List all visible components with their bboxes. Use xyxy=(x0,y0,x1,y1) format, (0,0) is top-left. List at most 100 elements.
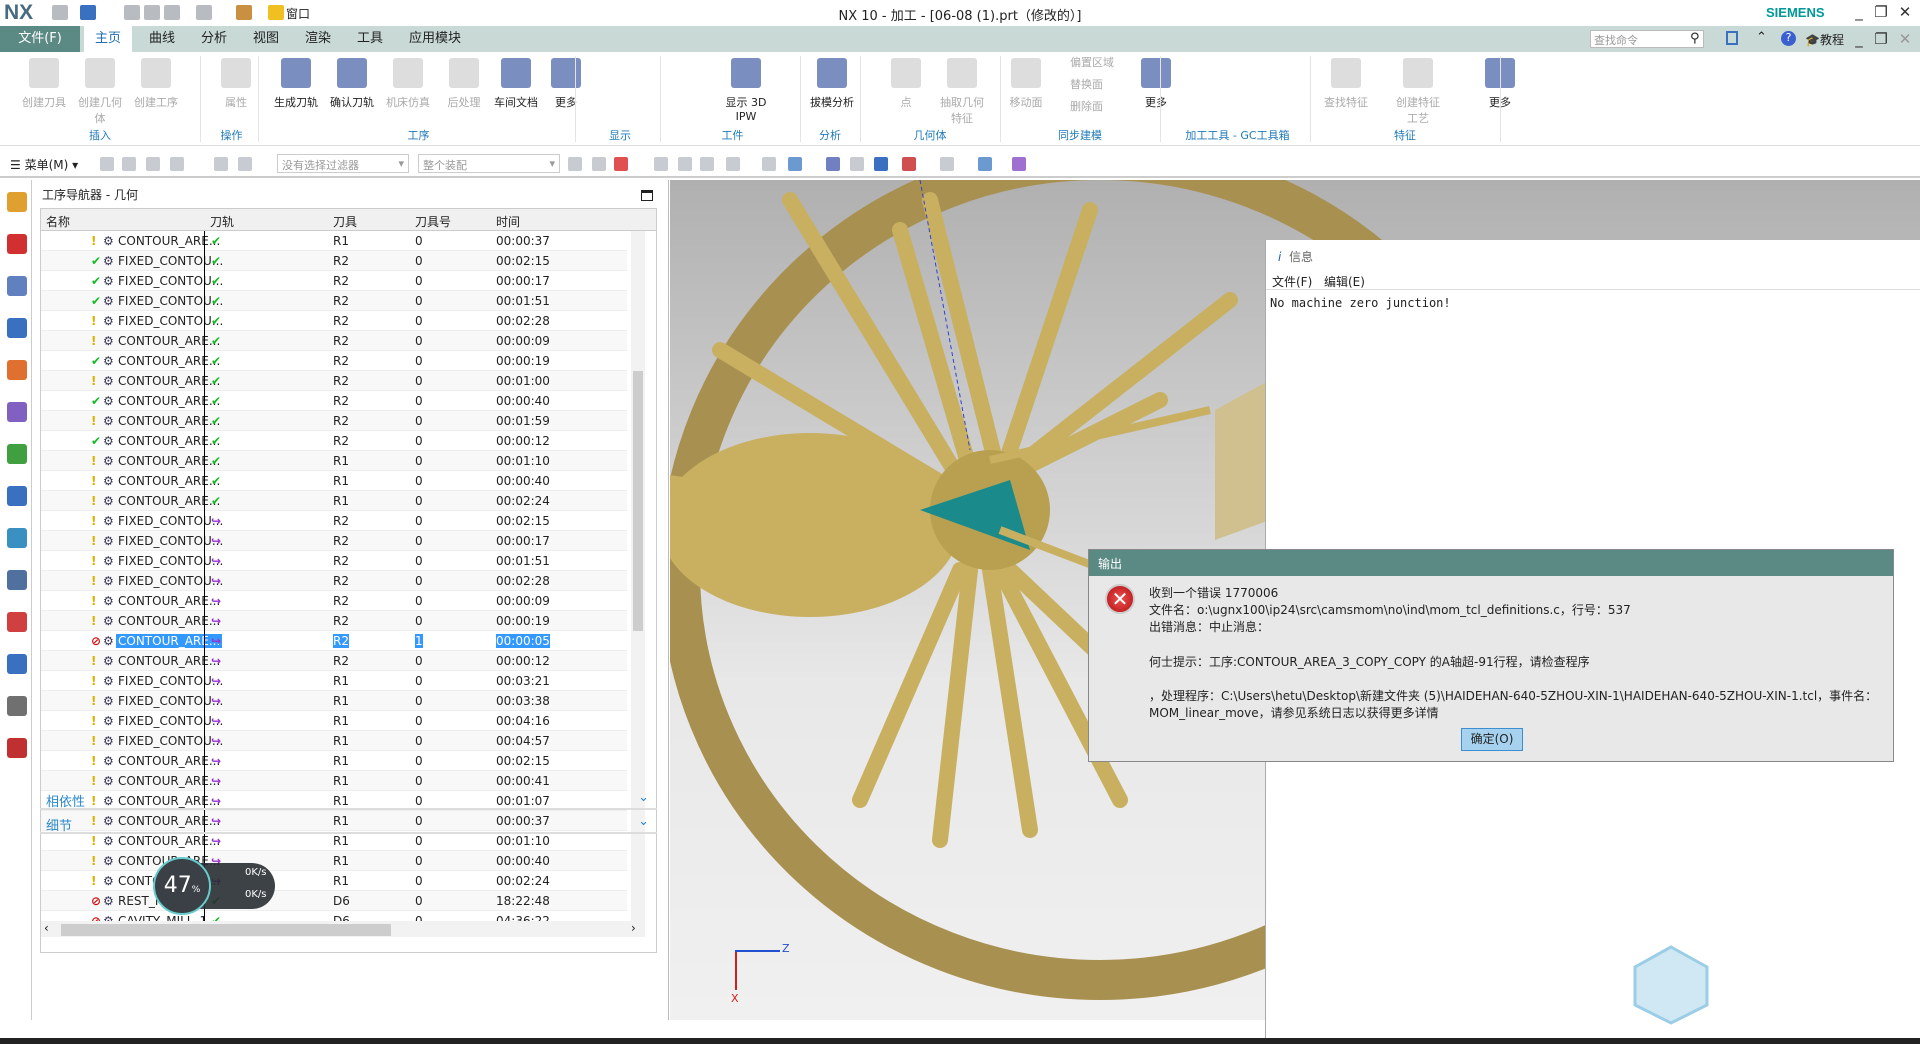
ribbon-button-7[interactable]: 后处理 xyxy=(438,58,490,110)
column-tool[interactable]: 刀具 xyxy=(333,213,357,230)
table-row[interactable]: ! ⚙ CONTOUR_ARE... ✔ R1 0 00:00:40 xyxy=(41,471,627,491)
dependencies-section[interactable]: 相依性 ⌄ xyxy=(40,788,657,810)
zoom-icon[interactable] xyxy=(850,157,864,171)
table-row[interactable]: ⊘ ⚙ CONTOUR_ARE... ↪ R2 1 00:00:05 xyxy=(41,631,627,651)
ribbon-button-19[interactable]: 查找特征 xyxy=(1320,58,1372,110)
table-row[interactable]: ! ⚙ CONTOUR_ARE... ↪ R2 0 00:00:09 xyxy=(41,591,627,611)
resource-bar-icon[interactable] xyxy=(7,276,27,296)
orient-view-icon[interactable] xyxy=(902,157,916,171)
table-row[interactable]: ! ⚙ FIXED_CONTOU... ↪ R1 0 00:04:16 xyxy=(41,711,627,731)
snap-icon[interactable] xyxy=(238,157,252,171)
info-file-menu[interactable]: 文件(F) xyxy=(1272,273,1312,290)
fit-view-icon[interactable] xyxy=(826,157,840,171)
ribbon-button-14[interactable]: 移动面 xyxy=(1000,58,1052,110)
ribbon-button-20[interactable]: 创建特征工艺 xyxy=(1392,58,1444,126)
column-time[interactable]: 时间 xyxy=(496,213,520,230)
table-row[interactable]: ✔ ⚙ CONTOUR_ARE... ✔ R2 0 00:00:12 xyxy=(41,431,627,451)
table-row[interactable]: ✔ ⚙ CONTOUR_ARE... ✔ R2 0 00:00:40 xyxy=(41,391,627,411)
table-row[interactable]: ! ⚙ CONTOUR_ARE... ✔ R2 0 00:01:59 xyxy=(41,411,627,431)
collapse-ribbon-icon[interactable]: ⌃ xyxy=(1756,30,1767,45)
select-icon[interactable] xyxy=(568,157,582,171)
ribbon-button-10[interactable]: 显示 3D IPW xyxy=(720,58,772,123)
fullscreen-icon[interactable] xyxy=(1726,31,1738,45)
resource-bar-icon[interactable] xyxy=(7,696,27,716)
resource-bar-icon[interactable] xyxy=(7,234,27,254)
tab-home[interactable]: 主页 xyxy=(84,26,133,52)
ribbon-button-9[interactable]: 更多 xyxy=(540,58,592,110)
column-name[interactable]: 名称 xyxy=(46,213,70,230)
doc-minimize-button[interactable]: _ xyxy=(1848,30,1870,48)
table-row[interactable]: ! ⚙ CONTOUR_ARE... ↪ R1 0 00:01:10 xyxy=(41,831,627,851)
table-row[interactable]: ! ⚙ CONTOUR_ARE... ✔ R2 0 00:01:00 xyxy=(41,371,627,391)
resource-bar-icon[interactable] xyxy=(7,192,27,212)
doc-restore-button[interactable]: ❐ xyxy=(1870,30,1892,48)
scrollbar-thumb[interactable] xyxy=(633,371,643,631)
ribbon-button-4[interactable]: 生成刀轨 xyxy=(270,58,322,110)
resource-bar-icon[interactable] xyxy=(7,360,27,380)
resource-bar-icon[interactable] xyxy=(7,738,27,758)
ribbon-button-11[interactable]: 拔模分析 xyxy=(806,58,858,110)
search-icon[interactable]: ⚲ xyxy=(1690,31,1700,46)
resource-bar-icon[interactable] xyxy=(7,402,27,422)
table-row[interactable]: ! ⚙ CONTOUR_ARE... ✔ R1 0 00:00:37 xyxy=(41,231,627,251)
table-row[interactable]: ! ⚙ FIXED_CONTOU... ↪ R1 0 00:04:57 xyxy=(41,731,627,751)
table-row[interactable]: ! ⚙ FIXED_CONTOU... ✔ R2 0 00:02:28 xyxy=(41,311,627,331)
ribbon-button-0[interactable]: 创建刀具 xyxy=(18,58,70,110)
clip-icon[interactable] xyxy=(1012,157,1026,171)
tab-application[interactable]: 应用模块 xyxy=(398,26,472,52)
column-tool-number[interactable]: 刀具号 xyxy=(415,213,451,230)
tab-tools[interactable]: 工具 xyxy=(346,26,394,52)
select-icon[interactable] xyxy=(654,157,668,171)
resource-bar-icon[interactable] xyxy=(7,528,27,548)
ok-button[interactable]: 确定(O) xyxy=(1461,728,1523,751)
table-row[interactable]: ! ⚙ FIXED_CONTOU... ↪ R2 0 00:02:15 xyxy=(41,511,627,531)
table-row[interactable]: ! ⚙ CONTOUR_ARE... ✔ R1 0 00:01:10 xyxy=(41,451,627,471)
table-row[interactable]: ! ⚙ FIXED_CONTOU... ↪ R2 0 00:00:17 xyxy=(41,531,627,551)
ribbon-button-8[interactable]: 车间文档 xyxy=(490,58,542,110)
scrollbar-thumb[interactable] xyxy=(61,924,391,936)
ribbon-button-2[interactable]: 创建工序 xyxy=(130,58,182,110)
close-button[interactable]: ✕ xyxy=(1894,3,1916,21)
maximize-icon[interactable] xyxy=(641,190,653,201)
table-row[interactable]: !⚙CONTOUR_ARE...↪R1000:02:24 xyxy=(41,871,627,891)
select-icon[interactable] xyxy=(592,157,606,171)
render-style-icon[interactable] xyxy=(940,157,954,171)
ribbon-button-13[interactable]: 抽取几何特征 xyxy=(936,58,988,126)
table-row[interactable]: ! ⚙ CONTOUR_ARE... ↪ R2 0 00:00:12 xyxy=(41,651,627,671)
table-row[interactable]: ⊘⚙REST_MILLING✔D6018:22:48 xyxy=(41,891,627,911)
table-row[interactable]: ✔ ⚙ FIXED_CONTOU... ✔ R2 0 00:02:15 xyxy=(41,251,627,271)
snap-icon[interactable] xyxy=(214,157,228,171)
cube-view-icon[interactable] xyxy=(788,157,802,171)
view-icon[interactable] xyxy=(762,157,776,171)
table-row[interactable]: ⊘ ⚙ CAVITY_MILL_1 ✔ D6 0 04:36:22 xyxy=(41,911,627,921)
minimize-button[interactable]: _ xyxy=(1848,3,1870,21)
column-toolpath[interactable]: 刀轨 xyxy=(210,213,234,230)
details-section[interactable]: 细节 ⌄ xyxy=(40,812,657,834)
snap-icon[interactable] xyxy=(122,157,136,171)
resource-bar-icon[interactable] xyxy=(7,612,27,632)
snap-icon[interactable] xyxy=(170,157,184,171)
table-row[interactable]: ✔ ⚙ FIXED_CONTOU... ✔ R2 0 00:00:17 xyxy=(41,271,627,291)
ribbon-button-3[interactable]: 属性 xyxy=(210,58,262,110)
table-row[interactable]: ! ⚙ FIXED_CONTOU... ↪ R2 0 00:01:51 xyxy=(41,551,627,571)
horizontal-scrollbar[interactable]: ‹ › xyxy=(41,921,645,937)
ribbon-button-12[interactable]: 点 xyxy=(880,58,932,110)
ribbon-button-6[interactable]: 机床仿真 xyxy=(382,58,434,110)
selection-filter-select[interactable]: 没有选择过滤器 ▾ xyxy=(277,154,409,173)
ribbon-button-18[interactable]: 更多 xyxy=(1130,58,1182,110)
tab-view[interactable]: 视图 xyxy=(242,26,290,52)
table-row[interactable]: ! ⚙ FIXED_CONTOU... ↪ R1 0 00:03:21 xyxy=(41,671,627,691)
table-row[interactable]: !⚙CONTOUR_ARE...↪R1000:00:40 xyxy=(41,851,627,871)
select-icon[interactable] xyxy=(678,157,692,171)
snap-icon[interactable] xyxy=(146,157,160,171)
file-menu-tab[interactable]: 文件(F) xyxy=(0,26,80,52)
table-row[interactable]: ! ⚙ CONTOUR_ARE... ↪ R2 0 00:00:19 xyxy=(41,611,627,631)
rotate-icon[interactable] xyxy=(874,157,888,171)
doc-close-button[interactable]: ✕ xyxy=(1894,30,1916,48)
tab-render[interactable]: 渲染 xyxy=(294,26,342,52)
table-row[interactable]: ! ⚙ FIXED_CONTOU... ↪ R1 0 00:03:38 xyxy=(41,691,627,711)
scope-select[interactable]: 整个装配 ▾ xyxy=(418,154,560,173)
tutorial-link[interactable]: 🎓教程 xyxy=(1805,31,1844,48)
table-row[interactable]: ! ⚙ CONTOUR_ARE... ✔ R2 0 00:00:09 xyxy=(41,331,627,351)
info-edit-menu[interactable]: 编辑(E) xyxy=(1324,273,1365,290)
